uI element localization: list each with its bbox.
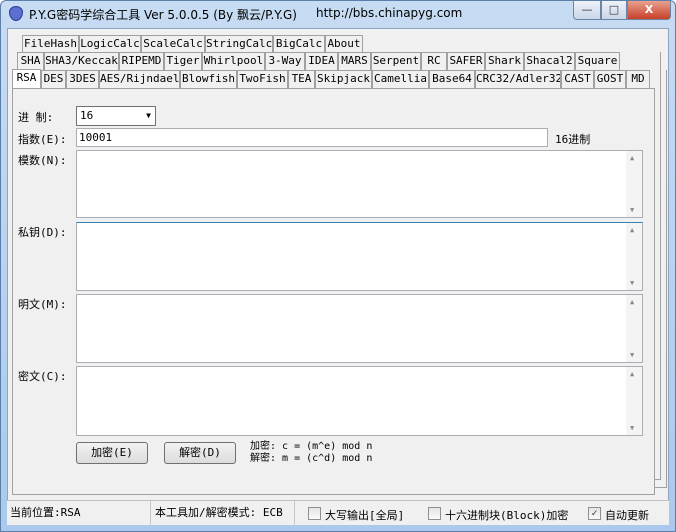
hex-block-label: 十六进制块(Block)加密 [445,509,569,522]
auto-update-checkbox[interactable]: ✓ [588,507,601,520]
tab-cast[interactable]: CAST [561,70,594,88]
tab-idea[interactable]: IDEA [305,52,338,70]
ciphertext-textarea[interactable]: ▲ ▼ [76,366,643,436]
tab-skipjack[interactable]: Skipjack [315,70,372,88]
tab-filehash[interactable]: FileHash [22,35,79,53]
tab-camellia[interactable]: Camellia [372,70,429,88]
tab-logiccalc[interactable]: LogicCalc [79,35,141,53]
close-button[interactable]: X [627,1,671,20]
exponent-label: 指数(E): [18,133,67,146]
private-key-label: 私钥(D): [18,226,67,239]
tab-tea[interactable]: TEA [288,70,315,88]
status-bar: 当前位置:RSA 本工具加/解密模式: ECB 大写输出[全局] 十六进制块(B… [7,500,669,526]
tab-3des[interactable]: 3DES [66,70,99,88]
tab-tiger[interactable]: Tiger [164,52,202,70]
tab-sha[interactable]: SHA [17,52,44,70]
uppercase-checkbox[interactable] [308,507,321,520]
tab-twofish[interactable]: TwoFish [237,70,288,88]
tab-des[interactable]: DES [41,70,66,88]
tab-3-way[interactable]: 3-Way [265,52,305,70]
tab-blowfish[interactable]: Blowfish [180,70,237,88]
encrypt-button[interactable]: 加密(E) [76,442,148,464]
scrollbar[interactable]: ▲ ▼ [626,223,642,290]
tab-rsa[interactable]: RSA [12,69,41,89]
tab-whirlpool[interactable]: Whirlpool [202,52,265,70]
window-title: P.Y.G密码学综合工具 Ver 5.0.0.5 (By 飘云/P.Y.G) [29,8,297,22]
tab-sha3-keccak[interactable]: SHA3/Keccak [44,52,119,70]
status-mode: 本工具加/解密模式: ECB [152,501,295,526]
scrollbar[interactable]: ▲ ▼ [626,295,642,362]
hex-block-checkbox[interactable] [428,507,441,520]
radix-select[interactable]: 16 ▼ [76,106,156,126]
formula-encrypt: 加密: c = (m^e) mod n [250,441,373,452]
tab-shacal2[interactable]: Shacal2 [524,52,575,70]
tab-square[interactable]: Square [575,52,620,70]
tab-mars[interactable]: MARS [338,52,371,70]
tab-scalecalc[interactable]: ScaleCalc [141,35,205,53]
plaintext-label: 明文(M): [18,298,67,311]
window-url: http://bbs.chinapyg.com [316,6,463,20]
auto-update-label: 自动更新 [605,509,649,522]
modulus-label: 模数(N): [18,154,67,167]
tab-md[interactable]: MD [626,70,650,88]
scrollbar[interactable]: ▲ ▼ [626,367,642,435]
scrollbar[interactable]: ▲ ▼ [626,151,642,217]
ciphertext-label: 密文(C): [18,370,67,383]
tab-rc[interactable]: RC [421,52,447,70]
tab-shark[interactable]: Shark [485,52,524,70]
formula-decrypt: 解密: m = (c^d) mod n [250,453,373,464]
tab-ripemd[interactable]: RIPEMD [119,52,164,70]
modulus-textarea[interactable]: ▲ ▼ [76,150,643,218]
minimize-button[interactable]: — [573,1,601,20]
uppercase-label: 大写输出[全局] [325,509,405,522]
exponent-input[interactable]: 10001 [76,128,548,147]
tab-base64[interactable]: Base64 [429,70,475,88]
maximize-button[interactable]: □ [601,1,627,20]
tab-bigcalc[interactable]: BigCalc [273,35,325,53]
private-key-textarea[interactable]: ▲ ▼ [76,222,643,291]
radix-label: 进 制: [18,111,54,124]
tab-gost[interactable]: GOST [594,70,626,88]
tab-aes-rijndael[interactable]: AES/Rijndael [99,70,180,88]
tab-serpent[interactable]: Serpent [371,52,421,70]
status-location: 当前位置:RSA [7,501,151,526]
tab-about[interactable]: About [325,35,363,53]
radix-value: 16 [80,109,94,122]
decrypt-button[interactable]: 解密(D) [164,442,236,464]
tab-crc32-adler32[interactable]: CRC32/Adler32 [475,70,561,88]
exponent-unit: 16进制 [555,133,591,146]
chevron-down-icon: ▼ [146,111,151,120]
plaintext-textarea[interactable]: ▲ ▼ [76,294,643,363]
app-icon [9,6,23,21]
tab-stringcalc[interactable]: StringCalc [205,35,273,53]
tab-safer[interactable]: SAFER [447,52,485,70]
